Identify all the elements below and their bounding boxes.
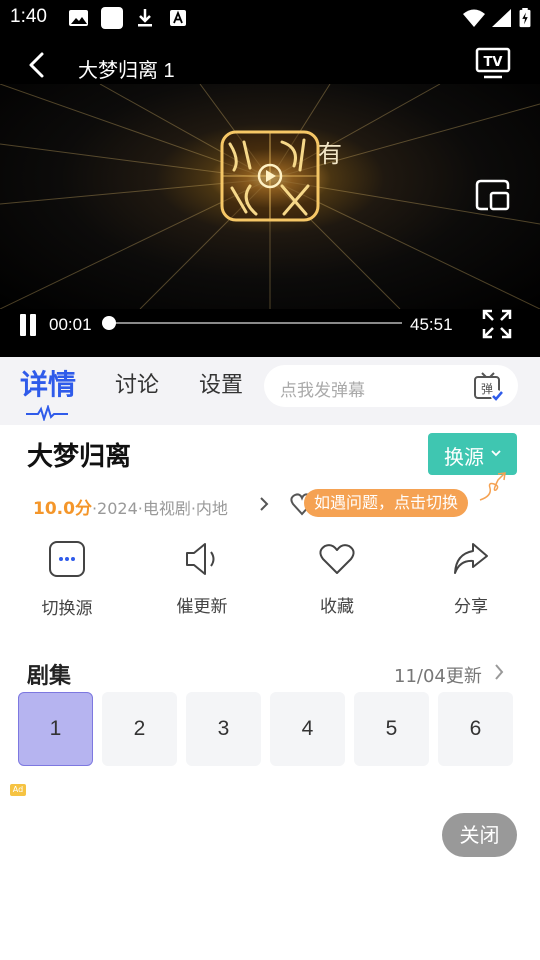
- chevron-right-icon[interactable]: [256, 494, 272, 514]
- picture-in-picture-icon[interactable]: [474, 178, 512, 212]
- tab-details[interactable]: 详情: [20, 363, 76, 403]
- danmu-toggle-icon[interactable]: 弹: [472, 371, 504, 403]
- player-header: 大梦归离 1 TV: [0, 36, 540, 84]
- channel-logo: [220, 130, 320, 222]
- danmu-input[interactable]: 点我发弹幕 弹: [264, 365, 518, 407]
- danmu-placeholder: 点我发弹幕: [280, 381, 365, 401]
- action-label: 分享: [454, 597, 488, 617]
- episode-button[interactable]: 4: [270, 692, 345, 766]
- tv-cast-icon[interactable]: TV: [474, 46, 512, 80]
- image-icon: [69, 10, 88, 26]
- action-switch-source[interactable]: 切换源: [17, 540, 117, 620]
- share-icon: [454, 543, 488, 574]
- action-label: 催更新: [176, 597, 228, 617]
- app-square-icon: [101, 7, 123, 29]
- svg-text:TV: TV: [484, 55, 503, 70]
- episode-button[interactable]: 3: [186, 692, 261, 766]
- download-icon: [138, 9, 152, 27]
- heart-icon: [319, 544, 355, 574]
- tip-pointer-icon: [479, 472, 506, 501]
- tabs-bar: 详情 讨论 设置 点我发弹幕 弹: [0, 357, 540, 425]
- fullscreen-icon[interactable]: [482, 309, 512, 339]
- font-a-icon: [170, 10, 186, 26]
- episodes-update[interactable]: 11/04更新: [394, 662, 482, 688]
- episode-button[interactable]: 5: [354, 692, 429, 766]
- tab-active-indicator: [26, 405, 68, 421]
- action-share[interactable]: 分享: [421, 540, 521, 620]
- chevron-down-icon: [491, 450, 501, 457]
- episode-button[interactable]: 2: [102, 692, 177, 766]
- progress-bar[interactable]: [106, 322, 402, 324]
- switch-source-label: 换源: [444, 445, 484, 469]
- progress-knob[interactable]: [102, 316, 117, 330]
- speaker-icon: [186, 543, 215, 575]
- status-time: 1:40: [10, 6, 47, 27]
- action-label: 切换源: [41, 599, 93, 619]
- episode-button[interactable]: 1: [18, 692, 93, 766]
- player-controls: 00:01 45:51: [0, 309, 540, 357]
- signal-icon: [492, 9, 511, 27]
- status-bar: 1:40: [0, 0, 540, 36]
- show-meta-text: ·2024·电视剧·内地: [91, 499, 228, 518]
- battery-icon: [519, 8, 531, 28]
- action-label: 收藏: [320, 597, 354, 617]
- episodes-title: 剧集: [27, 664, 72, 689]
- pause-icon[interactable]: [18, 314, 40, 338]
- video-player[interactable]: 有: [0, 84, 540, 309]
- episode-button[interactable]: 6: [438, 692, 513, 766]
- ad-badge: Ad: [10, 784, 26, 796]
- total-time: 45:51: [410, 315, 453, 334]
- current-time: 00:01: [49, 315, 92, 334]
- wifi-icon: [463, 9, 485, 27]
- tab-settings[interactable]: 设置: [199, 367, 243, 399]
- tab-discussion[interactable]: 讨论: [115, 367, 159, 399]
- logo-side-text: 有: [318, 140, 342, 168]
- chevron-right-icon[interactable]: [492, 662, 506, 682]
- video-title: 大梦归离 1: [78, 60, 175, 82]
- action-favorite[interactable]: 收藏: [287, 540, 387, 620]
- switch-source-tip[interactable]: 如遇问题，点击切换: [304, 489, 469, 517]
- switch-source-icon: [49, 541, 85, 577]
- close-ad-button[interactable]: 关闭: [442, 813, 517, 857]
- show-score: 10.0分: [33, 499, 92, 519]
- action-urge-update[interactable]: 催更新: [152, 540, 252, 620]
- back-arrow-icon[interactable]: [20, 48, 54, 82]
- show-title: 大梦归离: [27, 442, 132, 472]
- svg-text:弹: 弹: [481, 382, 493, 396]
- switch-source-button[interactable]: 换源: [428, 433, 517, 475]
- show-meta: 10.0分·2024·电视剧·内地: [33, 494, 228, 519]
